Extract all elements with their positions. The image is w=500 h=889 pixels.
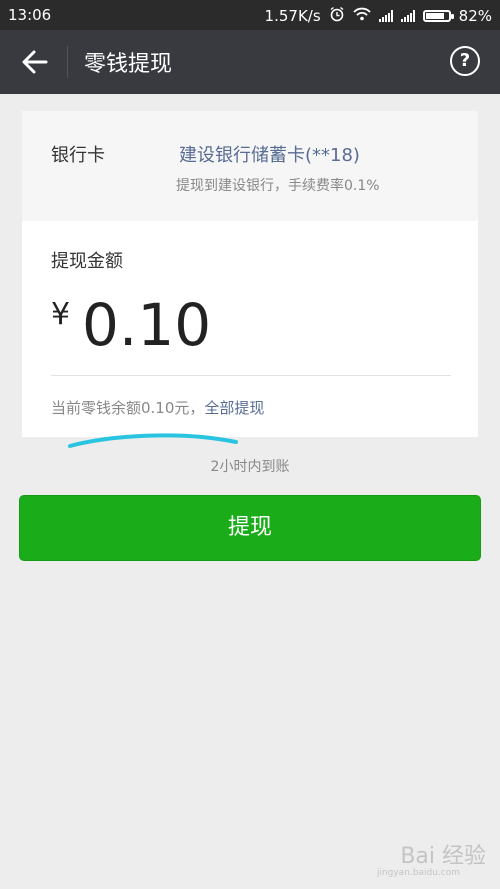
withdraw-card: 银行卡 建设银行储蓄卡(**18) 提现到建设银行，手续费率0.1% 提现金额 … bbox=[22, 111, 478, 437]
signal-icon-2 bbox=[400, 10, 415, 22]
withdraw-button[interactable]: 提现 bbox=[19, 495, 481, 561]
status-icons: 1.57K/s 82% bbox=[265, 6, 492, 26]
battery-icon bbox=[422, 10, 454, 22]
balance-line: 当前零钱余额0.10元，全部提现 bbox=[51, 397, 264, 418]
status-time: 13:06 bbox=[8, 6, 52, 24]
status-bar: 13:06 1.57K/s 82% bbox=[0, 0, 500, 30]
fee-note: 提现到建设银行，手续费率0.1% bbox=[176, 178, 380, 194]
alarm-icon bbox=[329, 6, 345, 26]
wifi-icon bbox=[353, 7, 371, 25]
net-speed: 1.57K/s bbox=[264, 7, 321, 25]
arrival-note: 2小时内到账 bbox=[210, 459, 290, 475]
amount-label: 提现金额 bbox=[51, 251, 123, 272]
bank-card-label: 银行卡 bbox=[51, 145, 105, 166]
amount-divider bbox=[51, 375, 451, 376]
bank-card-name: 建设银行储蓄卡(**18) bbox=[179, 145, 360, 166]
annotation-underline bbox=[68, 433, 238, 448]
battery-level bbox=[425, 13, 444, 19]
currency-symbol: ¥ bbox=[51, 297, 71, 332]
page-title: 零钱提现 bbox=[84, 52, 173, 77]
bank-card-section[interactable]: 银行卡 建设银行储蓄卡(**18) 提现到建设银行，手续费率0.1% bbox=[22, 111, 478, 221]
amount-input[interactable]: 0.10 bbox=[82, 291, 211, 359]
baidu-watermark-url: jingyan.baidu.com bbox=[376, 868, 460, 878]
signal-icon bbox=[378, 10, 393, 22]
withdraw-all-link[interactable]: 全部提现 bbox=[204, 399, 264, 417]
app-bar: 零钱提现 ? bbox=[0, 30, 500, 94]
help-icon[interactable]: ? bbox=[450, 46, 480, 76]
balance-text: 当前零钱余额0.10元， bbox=[51, 399, 205, 417]
back-arrow-icon[interactable] bbox=[20, 48, 50, 76]
battery-percent: 82% bbox=[458, 7, 492, 25]
app-bar-divider bbox=[67, 46, 68, 78]
baidu-watermark: Bai 经验 bbox=[400, 844, 486, 869]
